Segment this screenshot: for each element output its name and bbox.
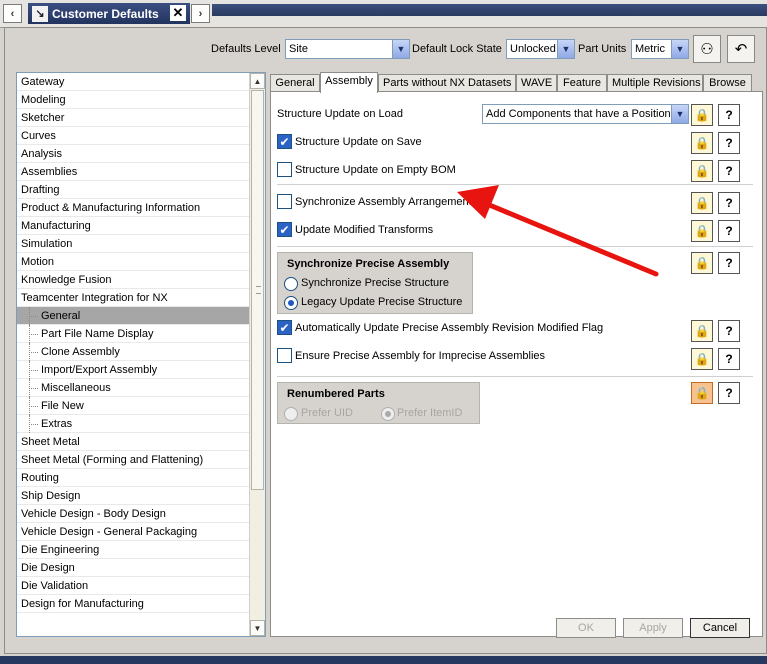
window-title: Customer Defaults	[52, 6, 159, 21]
title-strip	[212, 4, 767, 16]
tree-scrollbar[interactable]: ▲ ▼	[249, 73, 265, 636]
title-bar: ‹ ↘ Customer Defaults ✕ ›	[0, 0, 767, 28]
tab-bar: General Assembly Parts without NX Datase…	[270, 72, 765, 93]
tab-parts-without-nx-datasets[interactable]: Parts without NX Datasets	[378, 74, 516, 92]
reset-arrow-icon[interactable]: ↶	[727, 35, 755, 63]
defaults-level-select[interactable]: Site ▼	[285, 39, 410, 59]
part-units-select[interactable]: Metric ▼	[631, 39, 689, 59]
defaults-level-label: Defaults Level	[211, 43, 281, 55]
tree-item-sheet-metal-forming[interactable]: Sheet Metal (Forming and Flattening)	[17, 451, 265, 469]
tree-item-clone-assembly[interactable]: Clone Assembly	[17, 343, 265, 361]
tree-item-pmi[interactable]: Product & Manufacturing Information	[17, 199, 265, 217]
lock-state-select[interactable]: Unlocked ▼	[506, 39, 575, 59]
tree-item-drafting[interactable]: Drafting	[17, 181, 265, 199]
tab-multiple-revisions[interactable]: Multiple Revisions	[607, 74, 703, 92]
tree-item-curves[interactable]: Curves	[17, 127, 265, 145]
binoculars-icon[interactable]: ⚇	[693, 35, 721, 63]
tree-item-routing[interactable]: Routing	[17, 469, 265, 487]
tree-item-manufacturing[interactable]: Manufacturing	[17, 217, 265, 235]
tab-wave[interactable]: WAVE	[516, 74, 557, 92]
tree-item-teamcenter[interactable]: Teamcenter Integration for NX	[17, 289, 265, 307]
arrow-shaft	[484, 201, 659, 277]
tree-item-motion[interactable]: Motion	[17, 253, 265, 271]
tree-item-vehicle-body-design[interactable]: Vehicle Design - Body Design	[17, 505, 265, 523]
tab-browse[interactable]: Browse	[703, 74, 752, 92]
category-tree[interactable]: Gateway Modeling Sketcher Curves Analysi…	[16, 72, 266, 637]
tree-item-design-for-manufacturing[interactable]: Design for Manufacturing	[17, 595, 265, 613]
tree-item-miscellaneous[interactable]: Miscellaneous	[17, 379, 265, 397]
lock-state-label: Default Lock State	[412, 43, 502, 55]
tree-item-sketcher[interactable]: Sketcher	[17, 109, 265, 127]
chevron-down-icon[interactable]: ▼	[392, 40, 409, 58]
tree-item-import-export-assembly[interactable]: Import/Export Assembly	[17, 361, 265, 379]
header-controls: Defaults Level Site ▼ Default Lock State…	[5, 35, 765, 63]
cancel-button[interactable]: Cancel	[690, 618, 750, 638]
tree-item-ship-design[interactable]: Ship Design	[17, 487, 265, 505]
tree-item-die-validation[interactable]: Die Validation	[17, 577, 265, 595]
arrow-head	[457, 185, 499, 219]
tree-item-part-file-name-display[interactable]: Part File Name Display	[17, 325, 265, 343]
tree-item-file-new[interactable]: File New	[17, 397, 265, 415]
tree-item-gateway[interactable]: Gateway	[17, 73, 265, 91]
tree-item-die-design[interactable]: Die Design	[17, 559, 265, 577]
tree-item-sheet-metal[interactable]: Sheet Metal	[17, 433, 265, 451]
part-units-label: Part Units	[578, 43, 627, 55]
taskbar-strip	[0, 656, 767, 664]
back-arrow-icon[interactable]: ‹	[3, 4, 22, 23]
tab-assembly[interactable]: Assembly	[320, 72, 378, 93]
tool-icon: ↘	[32, 5, 48, 22]
window-tab[interactable]: ↘ Customer Defaults ✕	[28, 3, 190, 24]
chevron-down-icon[interactable]: ▼	[557, 40, 574, 58]
tab-general[interactable]: General	[270, 74, 320, 92]
tree-item-simulation[interactable]: Simulation	[17, 235, 265, 253]
tree-list: Gateway Modeling Sketcher Curves Analysi…	[17, 73, 265, 613]
tree-item-assemblies[interactable]: Assemblies	[17, 163, 265, 181]
tree-item-vehicle-general-packaging[interactable]: Vehicle Design - General Packaging	[17, 523, 265, 541]
tree-item-general[interactable]: General	[17, 307, 265, 325]
tab-feature[interactable]: Feature	[557, 74, 607, 92]
tree-item-extras[interactable]: Extras	[17, 415, 265, 433]
assembly-panel: Structure Update on Load Add Components …	[270, 91, 763, 637]
scroll-up-icon[interactable]: ▲	[250, 73, 265, 89]
tree-item-modeling[interactable]: Modeling	[17, 91, 265, 109]
tree-item-knowledge-fusion[interactable]: Knowledge Fusion	[17, 271, 265, 289]
tree-item-analysis[interactable]: Analysis	[17, 145, 265, 163]
customer-defaults-dialog: Defaults Level Site ▼ Default Lock State…	[4, 27, 767, 654]
annotation-arrow	[457, 185, 659, 277]
apply-button[interactable]: Apply	[623, 618, 683, 638]
close-icon[interactable]: ✕	[170, 5, 186, 21]
scroll-thumb[interactable]	[251, 90, 264, 490]
grip-icon	[256, 286, 261, 294]
chevron-down-icon[interactable]: ▼	[671, 40, 688, 58]
scroll-down-icon[interactable]: ▼	[250, 620, 265, 636]
forward-arrow-icon[interactable]: ›	[191, 4, 210, 23]
tree-item-die-engineering[interactable]: Die Engineering	[17, 541, 265, 559]
ok-button[interactable]: OK	[556, 618, 616, 638]
assembly-options: Structure Update on Load Add Components …	[277, 96, 753, 459]
